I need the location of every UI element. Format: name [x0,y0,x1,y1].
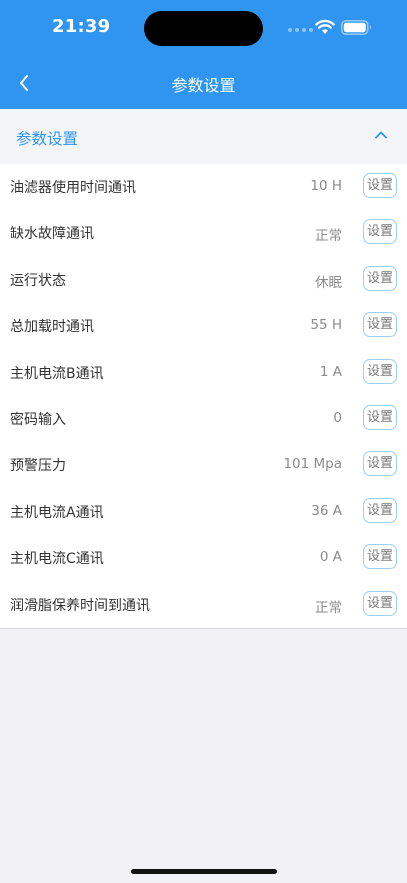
row-value: 10 H [310,178,342,194]
list-item: 主机电流B通讯 1 A 设置 [0,350,407,396]
list-item: 运行状态 休眠 设置 [0,257,407,303]
row-label: 主机电流A通讯 [10,504,104,521]
set-button[interactable]: 设置 [363,544,397,570]
app-header: 21:39 参数设置 [0,0,407,109]
parameter-list: 油滤器使用时间通讯 10 H 设置 缺水故障通讯 正常 设置 运行状态 休眠 设… [0,164,407,629]
row-label: 主机电流B通讯 [10,365,104,382]
dynamic-island [144,11,263,46]
page-title: 参数设置 [171,76,236,95]
set-button[interactable]: 设置 [363,265,397,291]
chevron-up-icon[interactable] [373,127,389,143]
row-label: 总加载时通讯 [10,319,94,336]
row-value: 1 A [319,363,342,380]
row-value: 正常 [315,599,342,616]
battery-icon [341,20,371,35]
row-value: 55 H [310,317,342,334]
list-item: 缺水故障通讯 正常 设置 [0,210,407,256]
row-label: 预警压力 [10,458,66,475]
row-label: 主机电流C通讯 [10,551,104,568]
set-button[interactable]: 设置 [363,451,397,477]
row-value: 休眠 [315,274,342,291]
row-label: 油滤器使用时间通讯 [10,180,136,196]
section-title: 参数设置 [16,130,79,148]
list-item: 预警压力 101 Mpa 设置 [0,442,407,488]
list-item: 总加载时通讯 55 H 设置 [0,303,407,349]
row-label: 润滑脂保养时间到通讯 [10,597,150,614]
row-value: 101 Mpa [283,456,342,473]
row-label: 缺水故障通讯 [10,226,94,243]
list-item: 主机电流C通讯 0 A 设置 [0,535,407,581]
list-item: 主机电流A通讯 36 A 设置 [0,489,407,535]
row-value: 0 [333,409,342,426]
list-item: 密码输入 0 设置 [0,396,407,442]
row-value: 36 A [311,502,342,519]
home-indicator[interactable] [131,869,277,874]
row-label: 密码输入 [10,411,66,428]
row-value: 0 A [319,549,342,566]
list-item: 油滤器使用时间通讯 10 H 设置 [0,164,407,210]
row-label: 运行状态 [10,272,66,289]
set-button[interactable]: 设置 [363,590,397,616]
status-time: 21:39 [52,16,111,37]
list-item: 润滑脂保养时间到通讯 正常 设置 [0,582,407,628]
set-button[interactable]: 设置 [363,312,397,338]
set-button[interactable]: 设置 [363,219,397,245]
wifi-icon [315,19,335,34]
set-button[interactable]: 设置 [363,404,397,430]
set-button[interactable]: 设置 [363,173,397,198]
row-value: 正常 [315,228,342,245]
set-button[interactable]: 设置 [363,358,397,384]
section-header[interactable]: 参数设置 [0,109,407,164]
cellular-signal-icon [288,28,313,32]
set-button[interactable]: 设置 [363,497,397,523]
